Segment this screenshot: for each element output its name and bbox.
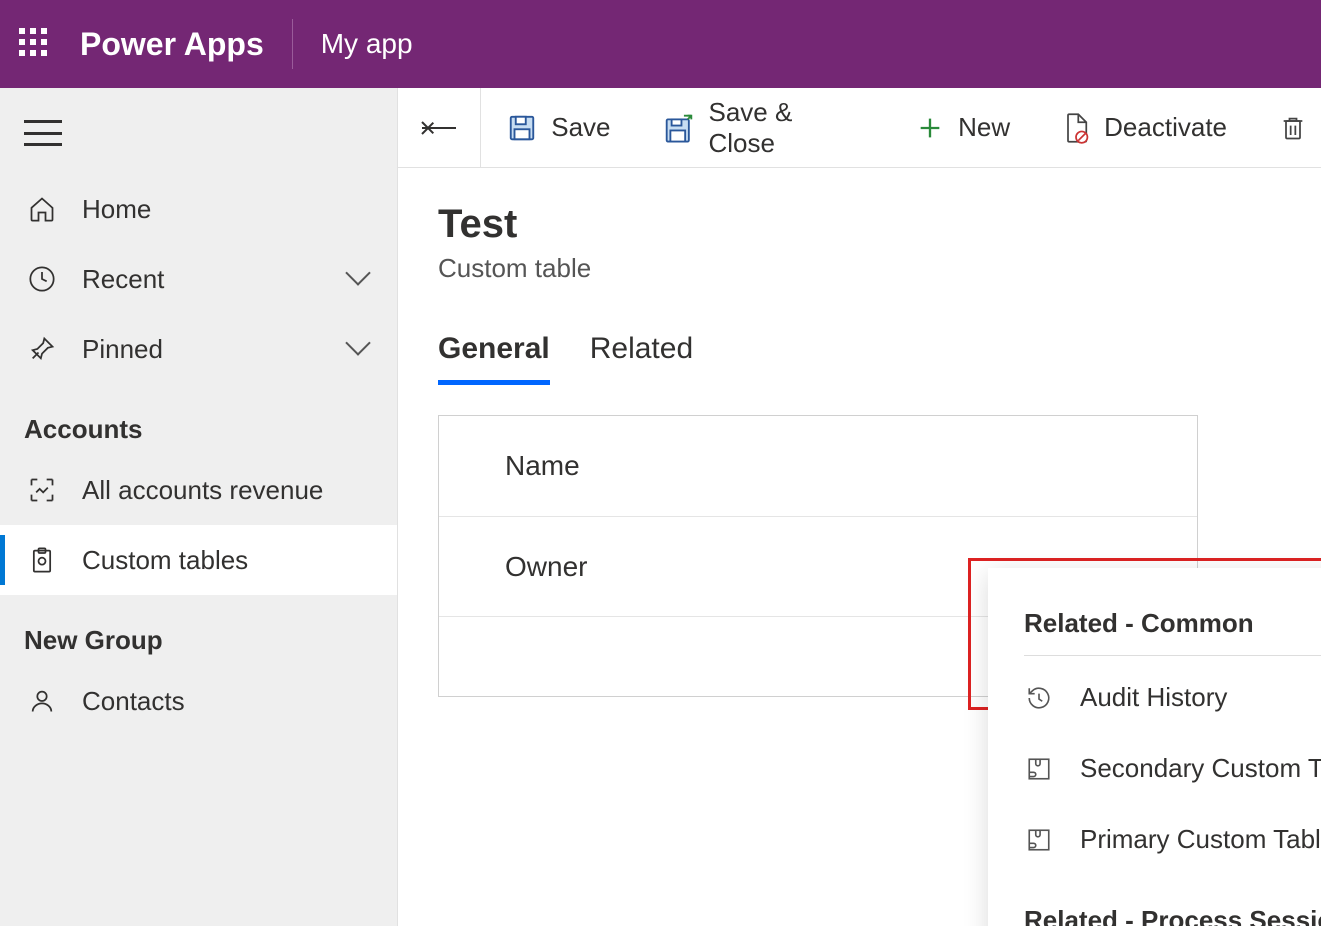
puzzle-icon bbox=[1024, 827, 1054, 853]
page-header: Test Custom table bbox=[398, 168, 1321, 304]
new-button[interactable]: New bbox=[890, 88, 1036, 167]
brand-name: Power Apps bbox=[70, 26, 292, 63]
app-name: My app bbox=[293, 28, 413, 60]
dropdown-section-title: Related - Common bbox=[1024, 598, 1321, 656]
sidebar-item-custom-tables[interactable]: Custom tables bbox=[0, 525, 397, 595]
sidebar-item-label: Pinned bbox=[62, 334, 349, 365]
sidebar-item-label: Recent bbox=[62, 264, 349, 295]
dropdown-item-primary-rel[interactable]: Primary Custom Table Relationship bbox=[1024, 804, 1321, 875]
page-subtitle: Custom table bbox=[438, 253, 1281, 284]
chart-icon bbox=[22, 476, 62, 504]
tab-general[interactable]: General bbox=[438, 332, 550, 385]
sidebar-group-title: New Group bbox=[0, 595, 397, 666]
deactivate-icon bbox=[1062, 112, 1090, 144]
nav-toggle-button[interactable] bbox=[0, 102, 397, 174]
dropdown-item-label: Secondary Custom Table Relationship bbox=[1080, 753, 1321, 784]
save-close-icon bbox=[663, 113, 695, 143]
sidebar-group-title: Accounts bbox=[0, 384, 397, 455]
deactivate-button[interactable]: Deactivate bbox=[1036, 88, 1253, 167]
main-content: Save Save & Close New Deactivate bbox=[398, 88, 1321, 926]
sidebar-item-label: Custom tables bbox=[62, 545, 397, 576]
top-bar: Power Apps My app bbox=[0, 0, 1321, 88]
person-icon bbox=[22, 687, 62, 715]
clock-icon bbox=[22, 265, 62, 293]
dropdown-section-title: Related - Process Sessions bbox=[1024, 895, 1321, 926]
sidebar-item-pinned[interactable]: Pinned bbox=[0, 314, 397, 384]
back-button[interactable] bbox=[398, 88, 481, 168]
field-label: Name bbox=[505, 450, 580, 482]
puzzle-icon bbox=[1024, 756, 1054, 782]
sidebar-item-home[interactable]: Home bbox=[0, 174, 397, 244]
form-field-name[interactable]: Name bbox=[439, 416, 1197, 516]
related-dropdown: Related - Common Audit History Secondary… bbox=[988, 568, 1321, 926]
sidebar-item-label: Home bbox=[62, 194, 397, 225]
sidebar-item-all-accounts-revenue[interactable]: All accounts revenue bbox=[0, 455, 397, 525]
page-title: Test bbox=[438, 202, 1281, 247]
clipboard-icon bbox=[22, 546, 62, 574]
delete-button[interactable] bbox=[1253, 88, 1321, 167]
chevron-down-icon bbox=[349, 334, 397, 365]
sidebar-item-contacts[interactable]: Contacts bbox=[0, 666, 397, 736]
dropdown-item-secondary-rel[interactable]: Secondary Custom Table Relationship bbox=[1024, 733, 1321, 804]
sidebar-item-label: All accounts revenue bbox=[62, 475, 397, 506]
sidebar-item-label: Contacts bbox=[62, 686, 397, 717]
command-bar: Save Save & Close New Deactivate bbox=[398, 88, 1321, 168]
layout: Home Recent Pinned Accounts All accounts… bbox=[0, 88, 1321, 926]
trash-icon bbox=[1279, 113, 1307, 143]
command-label: Save bbox=[551, 112, 610, 143]
waffle-icon bbox=[19, 28, 51, 60]
tab-related[interactable]: Related bbox=[590, 332, 693, 385]
field-label: Owner bbox=[505, 551, 587, 583]
sidebar: Home Recent Pinned Accounts All accounts… bbox=[0, 88, 398, 926]
command-label: New bbox=[958, 112, 1010, 143]
chevron-down-icon bbox=[349, 264, 397, 295]
back-arrow-icon bbox=[422, 127, 456, 129]
save-icon bbox=[507, 113, 537, 143]
dropdown-item-label: Primary Custom Table Relationship bbox=[1080, 824, 1321, 855]
hamburger-icon bbox=[24, 120, 62, 146]
pin-icon bbox=[22, 335, 62, 363]
app-launcher-button[interactable] bbox=[0, 0, 70, 88]
dropdown-item-audit-history[interactable]: Audit History bbox=[1024, 662, 1321, 733]
home-icon bbox=[22, 195, 62, 223]
sidebar-item-recent[interactable]: Recent bbox=[0, 244, 397, 314]
dropdown-item-label: Audit History bbox=[1080, 682, 1227, 713]
command-label: Deactivate bbox=[1104, 112, 1227, 143]
save-close-button[interactable]: Save & Close bbox=[637, 88, 891, 167]
history-icon bbox=[1024, 685, 1054, 711]
save-button[interactable]: Save bbox=[481, 88, 636, 167]
command-label: Save & Close bbox=[709, 97, 865, 159]
plus-icon bbox=[916, 114, 944, 142]
tabs: General Related bbox=[398, 304, 1321, 385]
